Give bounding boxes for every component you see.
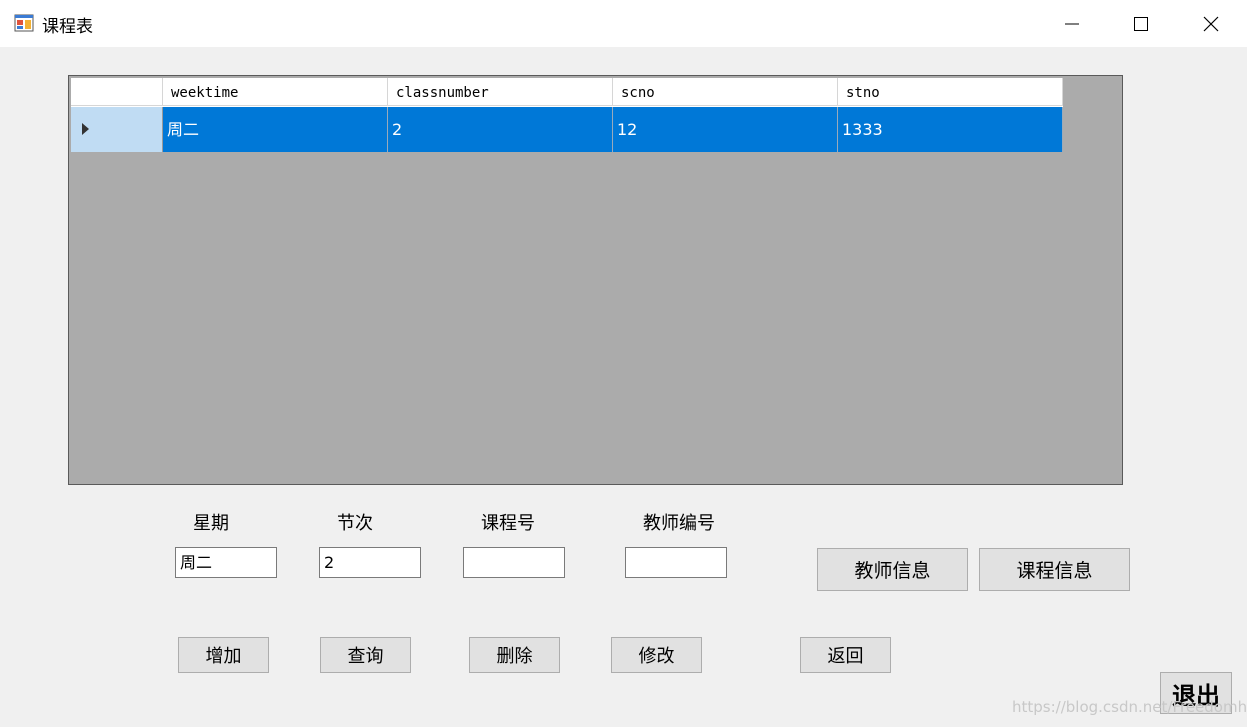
course-info-button[interactable]: 课程信息 [979, 548, 1130, 591]
back-button[interactable]: 返回 [800, 637, 891, 673]
grid-header-row: weektime classnumber scno stno [71, 78, 1063, 107]
schedule-data-grid[interactable]: weektime classnumber scno stno 周二 2 12 1… [68, 75, 1123, 485]
period-label: 节次 [337, 513, 373, 534]
cell-stno[interactable]: 1333 [838, 107, 1063, 152]
watermark-text: https://blog.csdn.net/Freedomhy [1012, 698, 1247, 716]
close-button[interactable] [1176, 0, 1246, 47]
current-row-arrow-icon [82, 123, 89, 135]
weekday-field[interactable]: 周二 [175, 547, 277, 578]
modify-button[interactable]: 修改 [611, 637, 702, 673]
column-header-stno[interactable]: stno [838, 78, 1063, 106]
minimize-icon [1065, 23, 1079, 24]
app-icon [14, 14, 34, 32]
title-bar: 课程表 [0, 0, 1247, 47]
teacher-info-button[interactable]: 教师信息 [817, 548, 968, 591]
cell-scno[interactable]: 12 [613, 107, 838, 152]
column-header-weektime[interactable]: weektime [163, 78, 388, 106]
course-no-field[interactable] [463, 547, 565, 578]
minimize-button[interactable] [1037, 0, 1107, 47]
window-title: 课程表 [42, 17, 93, 37]
main-window: 课程表 weektime classnumber scno stno 周二 2 … [0, 0, 1247, 727]
row-header-selector[interactable] [71, 107, 163, 152]
cell-classnumber[interactable]: 2 [388, 107, 613, 152]
course-no-label: 课程号 [481, 513, 535, 534]
column-header-classnumber[interactable]: classnumber [388, 78, 613, 106]
table-row[interactable]: 周二 2 12 1333 [71, 107, 1063, 152]
delete-button[interactable]: 删除 [469, 637, 560, 673]
grid-corner-header[interactable] [71, 78, 163, 106]
query-button[interactable]: 查询 [320, 637, 411, 673]
teacher-no-label: 教师编号 [643, 513, 715, 534]
teacher-no-field[interactable] [625, 547, 727, 578]
close-icon [1203, 16, 1219, 31]
add-button[interactable]: 增加 [178, 637, 269, 673]
column-header-scno[interactable]: scno [613, 78, 838, 106]
maximize-button[interactable] [1106, 0, 1176, 47]
maximize-icon [1134, 16, 1148, 31]
weekday-label: 星期 [193, 513, 229, 534]
period-field[interactable]: 2 [319, 547, 421, 578]
cell-weektime[interactable]: 周二 [163, 107, 388, 152]
